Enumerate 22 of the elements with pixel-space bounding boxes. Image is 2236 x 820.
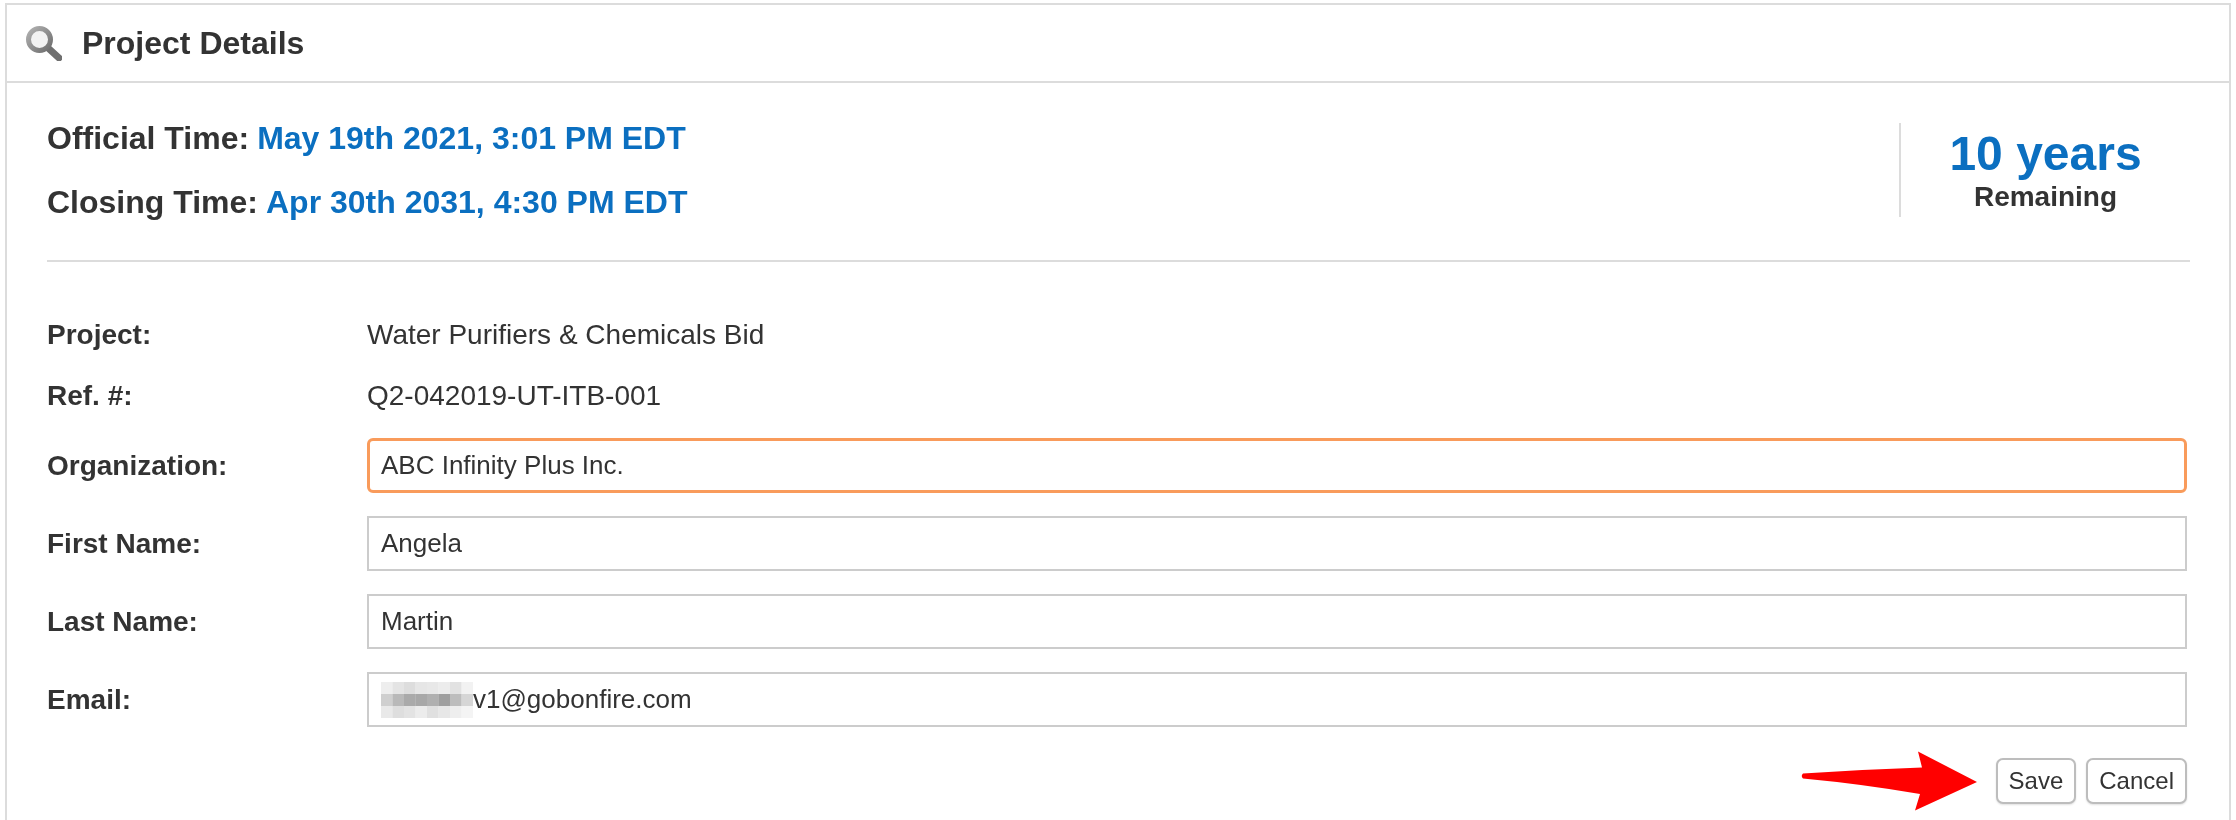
time-value: Apr 30th 2031, 4:30 PM EDT [266, 183, 688, 221]
time-label: Closing Time: [47, 183, 258, 221]
time-value: May 19th 2021, 3:01 PM EDT [257, 119, 686, 157]
input-field[interactable]: Martin [367, 594, 2187, 649]
panel-title: Project Details [82, 24, 305, 62]
field-label: First Name: [47, 526, 202, 561]
field-label: Organization: [47, 448, 228, 483]
field-label: Last Name: [47, 604, 198, 639]
field-label: Email: [47, 682, 132, 717]
remaining-amount: 10 years [1949, 127, 2142, 181]
remaining-label: Remaining [1973, 181, 2118, 213]
input-field[interactable]: v1@gobonfire.com [367, 672, 2187, 727]
field-label: Ref. #: [47, 379, 133, 413]
input-field[interactable]: Angela [367, 516, 2187, 571]
form-button[interactable]: Save [1995, 758, 2077, 804]
time-label: Official Time: [47, 119, 250, 157]
field-value: Water Purifiers & Chemicals Bid [367, 318, 765, 352]
field-label: Project: [47, 318, 152, 352]
search-icon [25, 25, 62, 61]
form-button[interactable]: Cancel [2086, 758, 2187, 804]
field-value: Q2-042019-UT-ITB-001 [367, 379, 662, 413]
input-field[interactable]: ABC Infinity Plus Inc. [367, 438, 2187, 493]
